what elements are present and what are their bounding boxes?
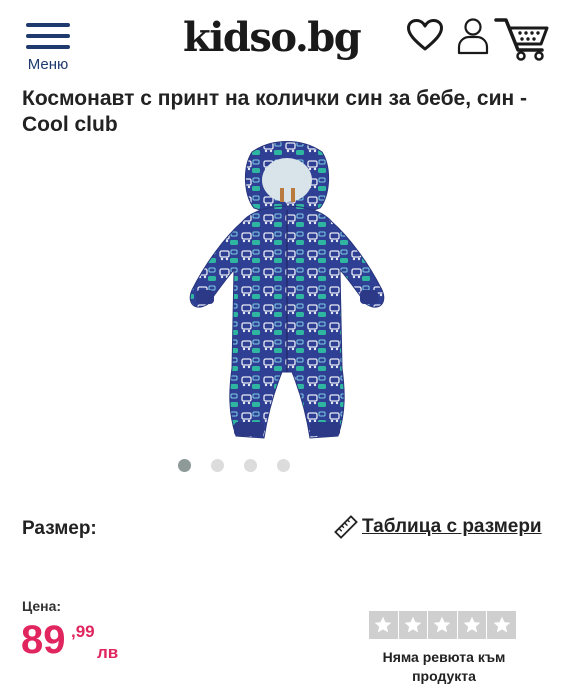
star-icon[interactable] [457, 611, 487, 639]
ruler-icon [334, 515, 358, 539]
product-image[interactable] [20, 140, 548, 450]
price-decimal: ,99 [71, 622, 95, 641]
gallery-dot[interactable] [211, 459, 224, 472]
site-logo[interactable]: kidso.bg [183, 14, 362, 61]
gallery-dot[interactable] [277, 459, 290, 472]
gallery-dot[interactable] [244, 459, 257, 472]
menu-button[interactable]: Меню [20, 20, 76, 74]
menu-bar [26, 23, 70, 27]
size-table-link[interactable]: Таблица с размери [334, 515, 542, 539]
user-icon[interactable] [457, 17, 489, 55]
star-icon[interactable] [369, 611, 398, 639]
menu-bar [26, 45, 70, 49]
reviews-text: Няма ревюта към продукта [382, 649, 506, 684]
size-label: Размер: [22, 518, 97, 539]
price: 89 ,99 лв [21, 618, 118, 662]
star-icon[interactable] [398, 611, 428, 639]
product-title: Космонавт с принт на колички син за бебе… [22, 87, 527, 136]
menu-label: Меню [27, 56, 69, 73]
menu-bar [26, 34, 70, 38]
size-table-label: Таблица с размери [362, 516, 542, 537]
heart-icon[interactable] [406, 18, 444, 52]
gallery-dot[interactable] [178, 459, 191, 472]
star-rating[interactable] [369, 611, 517, 639]
price-integer: 89 [21, 618, 66, 662]
price-label: Цена: [22, 598, 62, 614]
star-icon[interactable] [487, 611, 516, 639]
price-currency: лв [97, 643, 119, 662]
star-icon[interactable] [428, 611, 457, 639]
site-header: Меню kidso.bg [0, 0, 568, 80]
cart-icon[interactable] [494, 17, 552, 61]
gallery-pagination [0, 459, 568, 473]
